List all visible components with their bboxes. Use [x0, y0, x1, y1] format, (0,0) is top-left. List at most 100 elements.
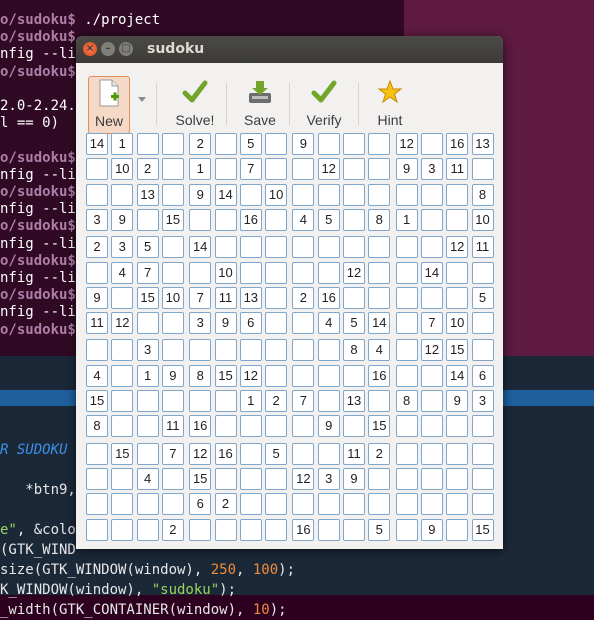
grid-cell[interactable] — [395, 415, 418, 438]
grid-cell[interactable] — [86, 493, 108, 516]
grid-cell[interactable] — [292, 158, 315, 181]
grid-cell[interactable] — [265, 467, 288, 490]
grid-cell[interactable] — [343, 183, 365, 206]
grid-cell[interactable] — [239, 261, 262, 284]
save-button[interactable]: Save — [240, 76, 280, 132]
grid-cell[interactable] — [214, 236, 237, 259]
grid-cell[interactable]: 15 — [189, 467, 212, 490]
grid-cell[interactable]: 6 — [239, 312, 262, 335]
grid-cell[interactable] — [161, 183, 184, 206]
grid-cell[interactable] — [161, 236, 184, 259]
grid-cell[interactable]: 14 — [214, 183, 237, 206]
grid-cell[interactable] — [214, 158, 237, 181]
grid-cell[interactable]: 2 — [368, 442, 391, 465]
grid-cell[interactable] — [265, 261, 288, 284]
grid-cell[interactable] — [161, 467, 184, 490]
grid-cell[interactable]: 1 — [189, 158, 212, 181]
grid-cell[interactable]: 8 — [471, 183, 494, 206]
grid-cell[interactable]: 4 — [111, 261, 134, 284]
grid-cell[interactable]: 9 — [214, 312, 237, 335]
grid-cell[interactable] — [189, 261, 212, 284]
chevron-down-icon[interactable] — [138, 97, 146, 102]
grid-cell[interactable] — [420, 208, 443, 231]
grid-cell[interactable] — [265, 158, 288, 181]
grid-cell[interactable]: 4 — [86, 364, 108, 387]
grid-cell[interactable]: 1 — [239, 390, 262, 412]
grid-cell[interactable] — [189, 208, 212, 231]
grid-cell[interactable]: 16 — [317, 286, 340, 309]
grid-cell[interactable]: 2 — [189, 133, 212, 155]
grid-cell[interactable] — [368, 467, 391, 490]
grid-cell[interactable]: 14 — [420, 261, 443, 284]
grid-cell[interactable] — [292, 183, 315, 206]
grid-cell[interactable] — [471, 339, 494, 362]
grid-cell[interactable] — [86, 158, 108, 181]
new-button[interactable]: New — [88, 76, 130, 134]
grid-cell[interactable] — [214, 518, 237, 541]
grid-cell[interactable] — [292, 339, 315, 362]
grid-cell[interactable]: 5 — [471, 286, 494, 309]
grid-cell[interactable] — [161, 312, 184, 335]
grid-cell[interactable] — [317, 390, 340, 412]
grid-cell[interactable] — [265, 133, 288, 155]
grid-cell[interactable]: 4 — [317, 312, 340, 335]
grid-cell[interactable]: 11 — [446, 158, 469, 181]
grid-cell[interactable]: 12 — [189, 442, 212, 465]
grid-cell[interactable] — [111, 364, 134, 387]
grid-cell[interactable] — [317, 493, 340, 516]
grid-cell[interactable] — [368, 236, 391, 259]
grid-cell[interactable] — [265, 415, 288, 438]
grid-cell[interactable]: 2 — [86, 236, 108, 259]
grid-cell[interactable]: 2 — [136, 158, 159, 181]
grid-cell[interactable]: 10 — [446, 312, 469, 335]
grid-cell[interactable] — [420, 390, 443, 412]
grid-cell[interactable]: 9 — [317, 415, 340, 438]
grid-cell[interactable]: 12 — [111, 312, 134, 335]
grid-cell[interactable] — [214, 467, 237, 490]
grid-cell[interactable] — [368, 390, 391, 412]
grid-cell[interactable] — [343, 158, 365, 181]
grid-cell[interactable] — [214, 133, 237, 155]
grid-cell[interactable] — [395, 236, 418, 259]
grid-cell[interactable] — [292, 261, 315, 284]
grid-cell[interactable]: 9 — [189, 183, 212, 206]
grid-cell[interactable] — [471, 312, 494, 335]
maximize-icon[interactable]: □ — [119, 42, 133, 56]
grid-cell[interactable]: 13 — [471, 133, 494, 155]
grid-cell[interactable] — [214, 390, 237, 412]
grid-cell[interactable] — [239, 493, 262, 516]
grid-cell[interactable] — [420, 236, 443, 259]
grid-cell[interactable] — [395, 339, 418, 362]
grid-cell[interactable] — [420, 467, 443, 490]
grid-cell[interactable]: 5 — [368, 518, 391, 541]
grid-cell[interactable] — [420, 415, 443, 438]
grid-cell[interactable] — [239, 415, 262, 438]
grid-cell[interactable] — [239, 236, 262, 259]
grid-cell[interactable]: 9 — [292, 133, 315, 155]
grid-cell[interactable] — [368, 261, 391, 284]
verify-button[interactable]: Verify — [301, 76, 347, 132]
grid-cell[interactable] — [111, 415, 134, 438]
grid-cell[interactable] — [265, 493, 288, 516]
grid-cell[interactable]: 15 — [136, 286, 159, 309]
grid-cell[interactable]: 11 — [471, 236, 494, 259]
grid-cell[interactable] — [343, 415, 365, 438]
grid-cell[interactable]: 7 — [161, 442, 184, 465]
grid-cell[interactable]: 14 — [86, 133, 108, 155]
grid-cell[interactable]: 16 — [446, 133, 469, 155]
window-titlebar[interactable]: × – □ sudoku — [76, 36, 503, 63]
grid-cell[interactable]: 3 — [136, 339, 159, 362]
grid-cell[interactable] — [86, 183, 108, 206]
grid-cell[interactable]: 7 — [239, 158, 262, 181]
grid-cell[interactable] — [161, 493, 184, 516]
grid-cell[interactable]: 11 — [161, 415, 184, 438]
grid-cell[interactable] — [111, 183, 134, 206]
grid-cell[interactable]: 5 — [239, 133, 262, 155]
grid-cell[interactable]: 10 — [471, 208, 494, 231]
grid-cell[interactable]: 2 — [292, 286, 315, 309]
grid-cell[interactable] — [86, 467, 108, 490]
grid-cell[interactable] — [136, 390, 159, 412]
grid-cell[interactable] — [395, 286, 418, 309]
grid-cell[interactable] — [420, 133, 443, 155]
minimize-icon[interactable]: – — [101, 42, 115, 56]
